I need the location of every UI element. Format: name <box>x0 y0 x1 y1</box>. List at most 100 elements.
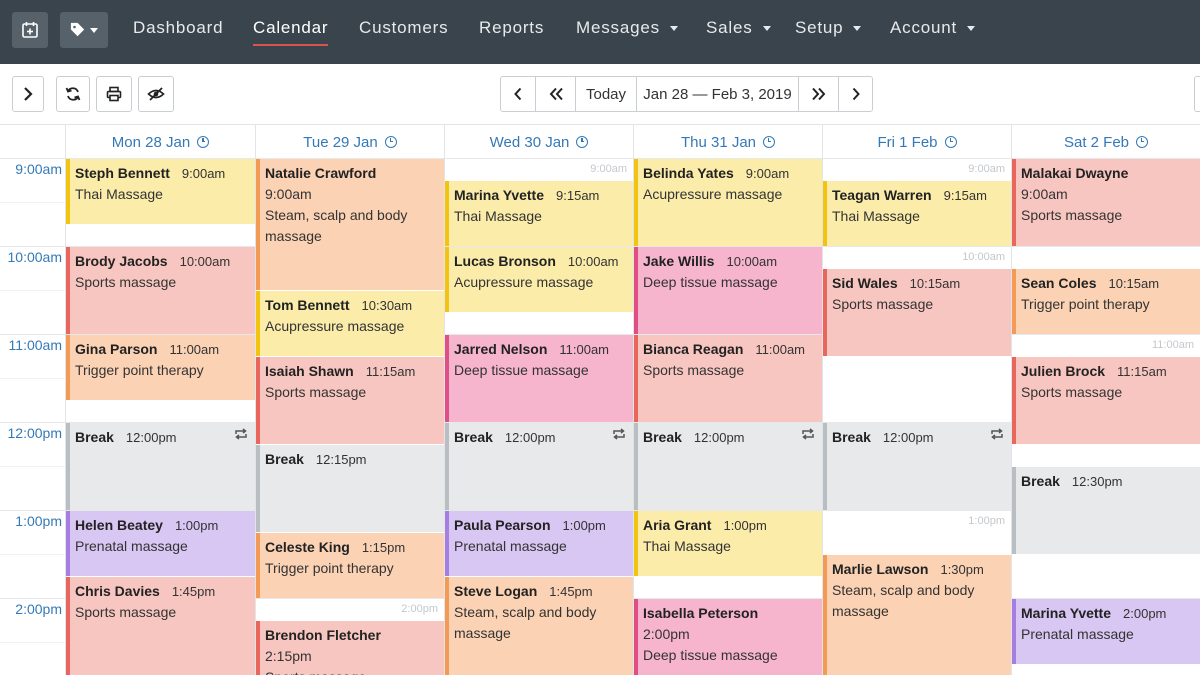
appointment-service: Sports massage <box>265 667 432 675</box>
appointment-name: Sid Wales <box>832 275 898 291</box>
appointment-block[interactable]: Sean Coles 10:15am Trigger point therapy <box>1012 269 1200 334</box>
appointment-block[interactable]: Sid Wales 10:15am Sports massage <box>823 269 1011 356</box>
day-header[interactable]: Fri 1 Feb <box>822 125 1011 159</box>
appointment-block[interactable]: Gina Parson 11:00am Trigger point therapy <box>66 335 255 400</box>
clock-icon[interactable] <box>763 136 776 148</box>
appointment-block[interactable]: Lucas Bronson 10:00am Acupressure massage <box>445 247 633 312</box>
appointment-block[interactable]: Steve Logan 1:45pm Steam, scalp and body m… <box>445 577 633 675</box>
appointment-name: Steve Logan <box>454 583 538 599</box>
empty-slot-time[interactable]: 9:00am <box>822 163 1005 175</box>
nav-account[interactable]: Account <box>890 18 976 38</box>
break-block[interactable]: Break 12:00pm <box>66 423 255 510</box>
appointment-block[interactable]: Natalie Crawford 9:00am Steam, scalp and b… <box>256 159 444 290</box>
empty-slot-time[interactable]: 2:00pm <box>255 603 438 615</box>
day-label: Mon 28 Jan <box>111 133 191 151</box>
appointment-block[interactable]: Helen Beatey 1:00pm Prenatal massage <box>66 511 255 576</box>
empty-slot-time[interactable]: 10:00am <box>822 251 1005 263</box>
calendar-day-header: Mon 28 Jan Tue 29 Jan Wed 30 Jan Thu 31 Jan… <box>0 124 1200 159</box>
appointment-time: 10:15am <box>909 276 961 291</box>
today-button[interactable]: Today <box>575 76 637 112</box>
appointment-block[interactable]: Isaiah Shawn 11:15am Sports massage <box>256 357 444 444</box>
tag-menu-button[interactable] <box>60 12 108 48</box>
date-range-picker[interactable]: Jan 28 — Feb 3, 2019 <box>636 76 799 112</box>
appointment-block[interactable]: Brendon Fletcher 2:15pm Sports massage <box>256 621 444 675</box>
day-header[interactable]: Thu 31 Jan <box>633 125 822 159</box>
nav-calendar[interactable]: Calendar <box>253 18 329 46</box>
appointment-block[interactable]: Teagan Warren 9:15am Thai Massage <box>823 181 1011 246</box>
break-block[interactable]: Break 12:00pm <box>445 423 633 510</box>
break-block[interactable]: Break 12:30pm <box>1012 467 1200 554</box>
appointment-block[interactable]: Aria Grant 1:00pm Thai Massage <box>634 511 822 576</box>
appointment-block[interactable]: Marina Yvette 2:00pm Prenatal massage <box>1012 599 1200 664</box>
clock-icon[interactable] <box>1136 136 1149 148</box>
day-header[interactable]: Mon 28 Jan <box>65 125 255 159</box>
appointment-service: Trigger point therapy <box>75 362 204 378</box>
appointment-time: 11:00am <box>559 342 610 357</box>
clock-icon[interactable] <box>576 136 589 148</box>
toggle-sidebar-button[interactable] <box>12 76 44 112</box>
repeat-icon <box>802 428 814 440</box>
appointment-block[interactable]: Paula Pearson 1:00pm Prenatal massage <box>445 511 633 576</box>
appointment-name: Marina Yvette <box>1021 605 1112 621</box>
appointment-block[interactable]: Celeste King 1:15pm Trigger point therapy <box>256 533 444 598</box>
break-block[interactable]: Break 12:00pm <box>823 423 1011 510</box>
clock-icon[interactable] <box>384 136 397 148</box>
appointment-service: Steam, scalp and body massage <box>265 207 408 244</box>
appointment-name: Belinda Yates <box>643 165 734 181</box>
empty-slot-time[interactable]: 1:00pm <box>822 515 1005 527</box>
appointment-block[interactable]: Isabella Peterson 2:00pm Deep tissue massa… <box>634 599 822 675</box>
chevron-down-icon <box>967 26 976 32</box>
appointment-service: Sports massage <box>1021 384 1123 400</box>
previous-day-button[interactable] <box>500 76 536 112</box>
previous-week-button[interactable] <box>535 76 576 112</box>
break-block[interactable]: Break 12:15pm <box>256 445 444 532</box>
refresh-button[interactable] <box>56 76 90 112</box>
appointment-block[interactable]: Marlie Lawson 1:30pm Steam, scalp and body… <box>823 555 1011 675</box>
chevron-right-icon <box>852 87 860 101</box>
chevron-down-icon <box>853 26 862 32</box>
appointment-name: Chris Davies <box>75 583 160 599</box>
appointment-service: Thai Massage <box>643 538 731 554</box>
day-header[interactable]: Sat 2 Feb <box>1011 125 1200 159</box>
new-appointment-button[interactable] <box>12 12 48 48</box>
clock-icon[interactable] <box>197 136 210 148</box>
calendar-grid: 9:00am 10:00am 11:00am 12:00pm 1:00pm 2:00pm 9… <box>0 158 1200 675</box>
appointment-service: Sports massage <box>1021 207 1123 223</box>
day-header[interactable]: Wed 30 Jan <box>444 125 633 159</box>
time-label: 2:00pm <box>15 601 62 617</box>
appointment-block[interactable]: Jarred Nelson 11:00am Deep tissue massage <box>445 335 633 422</box>
half-hour-line <box>0 554 65 555</box>
view-options-button[interactable] <box>1194 76 1200 112</box>
empty-slot-time[interactable]: 11:00am <box>1011 339 1194 351</box>
refresh-icon <box>65 87 81 101</box>
appointment-name: Marina Yvette <box>454 187 545 203</box>
nav-messages[interactable]: Messages <box>576 18 678 38</box>
nav-customers[interactable]: Customers <box>359 18 448 38</box>
next-week-button[interactable] <box>798 76 839 112</box>
clock-icon[interactable] <box>944 136 957 148</box>
empty-slot-time[interactable]: 9:00am <box>444 163 627 175</box>
double-chevron-left-icon <box>549 87 563 101</box>
break-block[interactable]: Break 12:00pm <box>634 423 822 510</box>
nav-sales[interactable]: Sales <box>706 18 771 38</box>
appointment-block[interactable]: Jake Willis 10:00am Deep tissue massage <box>634 247 822 334</box>
appointment-block[interactable]: Brody Jacobs 10:00am Sports massage <box>66 247 255 334</box>
appointment-name: Break <box>454 429 493 445</box>
appointment-block[interactable]: Marina Yvette 9:15am Thai Massage <box>445 181 633 246</box>
appointment-block[interactable]: Belinda Yates 9:00am Acupressure massage <box>634 159 822 246</box>
appointment-block[interactable]: Bianca Reagan 11:00am Sports massage <box>634 335 822 422</box>
hide-details-button[interactable] <box>138 76 174 112</box>
day-header[interactable]: Tue 29 Jan <box>255 125 444 159</box>
nav-dashboard[interactable]: Dashboard <box>133 18 223 38</box>
print-button[interactable] <box>96 76 132 112</box>
day-label: Sat 2 Feb <box>1063 133 1130 151</box>
nav-setup[interactable]: Setup <box>795 18 862 38</box>
appointment-block[interactable]: Chris Davies 1:45pm Sports massage <box>66 577 255 675</box>
next-day-button[interactable] <box>838 76 873 112</box>
appointment-block[interactable]: Steph Bennett 9:00am Thai Massage <box>66 159 255 224</box>
appointment-block[interactable]: Julien Brock 11:15am Sports massage <box>1012 357 1200 444</box>
appointment-block[interactable]: Malakai Dwayne 9:00am Sports massage <box>1012 159 1200 246</box>
nav-reports[interactable]: Reports <box>479 18 544 38</box>
appointment-name: Steph Bennett <box>75 165 170 181</box>
appointment-block[interactable]: Tom Bennett 10:30am Acupressure massage <box>256 291 444 356</box>
